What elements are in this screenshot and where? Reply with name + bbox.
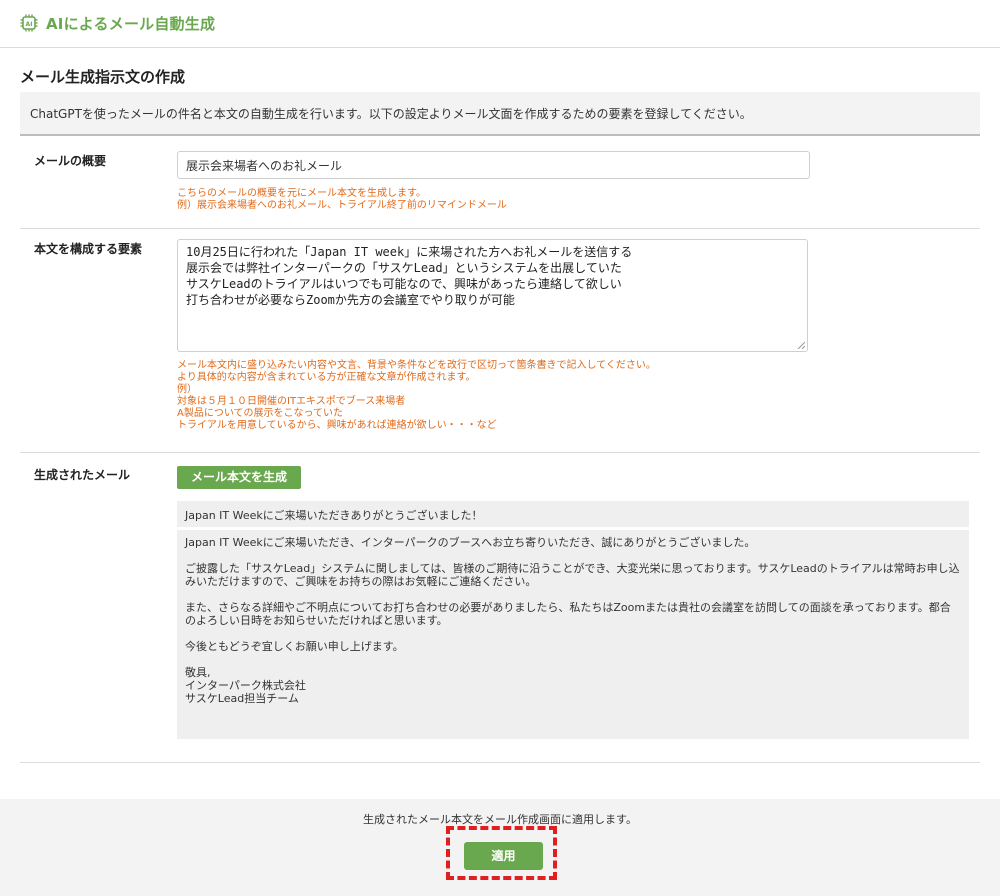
mail-body: Japan IT Weekにご来場いただき、インターパークのブースへお立ち寄りい…: [177, 530, 969, 739]
elements-section: 本文を構成する要素 10月25日に行われた「Japan IT week」に来場さ…: [20, 229, 980, 453]
mail-subject: Japan IT Weekにご来場いただきありがとうございました！: [177, 501, 969, 527]
description-text: ChatGPTを使ったメールの件名と本文の自動生成を行います。以下の設定よりメー…: [30, 107, 752, 121]
hint-line: こちらのメールの概要を元にメール本文を生成します。: [177, 188, 426, 199]
hint-line: 例）展示会来場者へのお礼メール、トライアル終了前のリマインドメール: [177, 200, 507, 211]
textarea-line: 10月25日に行われた「Japan IT week」に来場された方へお礼メールを…: [186, 245, 633, 259]
mail-paragraph: 今後ともどうぞ宜しくお願い申し上げます。: [185, 640, 404, 653]
hint-line: より具体的な内容が含まれている方が正確な文章が作成されます。: [177, 372, 476, 383]
hint-line: メール本文内に盛り込みたい内容や文言、背景や条件などを改行で区切って箇条書きで記…: [177, 360, 656, 371]
signature-line: 敬具,: [185, 666, 211, 679]
signature-line: サスケLead担当チーム: [185, 692, 299, 705]
elements-hint: メール本文内に盛り込みたい内容や文言、背景や条件などを改行で区切って箇条書きで記…: [177, 360, 656, 432]
hint-line: トライアルを用意しているから、興味があれば連絡が欲しい・・・など: [177, 420, 497, 431]
description-box: ChatGPTを使ったメールの件名と本文の自動生成を行います。以下の設定よりメー…: [20, 92, 980, 136]
page-title: メール生成指示文の作成: [20, 68, 186, 86]
textarea-line: 打ち合わせが必要ならZoomか先方の会議室でやり取りが可能: [186, 293, 515, 307]
mail-paragraph: ご披露した「サスケLead」システムに関しましては、皆様のご期待に沿うことができ…: [185, 562, 960, 588]
summary-section: メールの概要 こちらのメールの概要を元にメール本文を生成します。 例）展示会来場…: [20, 137, 980, 229]
summary-hint: こちらのメールの概要を元にメール本文を生成します。 例）展示会来場者へのお礼メー…: [177, 188, 507, 212]
hint-line: 例）: [177, 384, 197, 395]
apply-highlight: 適用: [446, 826, 557, 880]
textarea-line: サスケLeadのトライアルはいつでも可能なので、興味があったら連絡して欲しい: [186, 277, 622, 291]
footer-bar: 生成されたメール本文をメール作成画面に適用します。 適用: [0, 799, 1000, 896]
mail-paragraph: また、さらなる詳細やご不明点についてお打ち合わせの必要がありましたら、私たちはZ…: [185, 601, 951, 627]
apply-button[interactable]: 適用: [464, 842, 543, 870]
hint-line: A製品についての展示をこなっていた: [177, 408, 344, 419]
generate-button[interactable]: メール本文を生成: [177, 466, 301, 489]
textarea-line: 展示会では弊社インターパークの「サスケLead」というシステムを出展していた: [186, 261, 622, 275]
generated-label: 生成されたメール: [34, 468, 131, 482]
mail-signature: 敬具, インターパーク株式会社 サスケLead担当チーム: [185, 666, 961, 705]
signature-line: インターパーク株式会社: [185, 679, 306, 692]
apply-note: 生成されたメール本文をメール作成画面に適用します。: [363, 813, 637, 826]
resize-handle-icon[interactable]: [797, 341, 805, 349]
ai-chip-icon: AI: [20, 14, 38, 32]
elements-label: 本文を構成する要素: [34, 242, 143, 256]
app-title: AIによるメール自動生成: [46, 15, 216, 33]
generated-section: 生成されたメール メール本文を生成 Japan IT Weekにご来場いただきあ…: [20, 453, 980, 763]
app-header: AI AIによるメール自動生成: [0, 0, 1000, 48]
elements-textarea[interactable]: 10月25日に行われた「Japan IT week」に来場された方へお礼メールを…: [177, 239, 808, 352]
mail-paragraph: Japan IT Weekにご来場いただき、インターパークのブースへお立ち寄りい…: [185, 536, 756, 549]
summary-input[interactable]: [177, 151, 810, 179]
svg-text:AI: AI: [26, 21, 33, 28]
summary-label: メールの概要: [34, 154, 107, 168]
hint-line: 対象は５月１０日開催のITエキスポでブース来場者: [177, 396, 406, 407]
